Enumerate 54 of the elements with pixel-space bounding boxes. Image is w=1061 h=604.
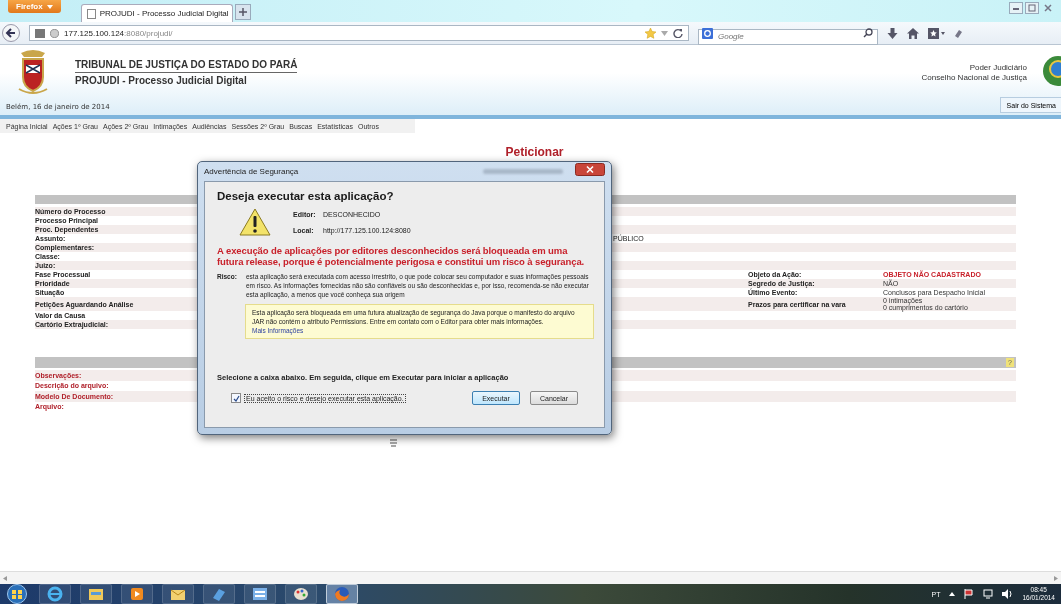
- star-icon[interactable]: [645, 27, 656, 39]
- organization-name: Poder Judiciário: [968, 63, 1027, 73]
- flag-icon[interactable]: [964, 589, 975, 599]
- network-icon[interactable]: [983, 589, 994, 599]
- system-name: PROJUDI - Processo Judicial Digital: [75, 75, 248, 86]
- media-player-icon: [128, 586, 146, 602]
- close-icon[interactable]: [575, 163, 605, 176]
- search-field[interactable]: Google: [698, 28, 878, 45]
- restore-icon[interactable]: [1025, 2, 1039, 14]
- reload-icon[interactable]: [673, 28, 683, 38]
- speaker-icon[interactable]: [1002, 589, 1014, 599]
- warning-icon: [239, 208, 271, 236]
- close-icon[interactable]: [1041, 2, 1055, 14]
- globe-icon: [50, 28, 59, 38]
- back-icon[interactable]: [2, 24, 20, 42]
- taskbar-app[interactable]: [244, 584, 276, 604]
- warning-message: A execução de aplicações por editores desconhecidos será bloqueada em uma futura release, porque é potencialmente perigosa e constitui um risco à segurança.: [217, 245, 586, 267]
- fox-globe-icon: [333, 586, 351, 602]
- search-engine-icon: [702, 27, 713, 39]
- window-icon: [251, 586, 269, 602]
- folder-icon: [87, 586, 105, 602]
- caret-icon: [46, 4, 53, 9]
- start-button[interactable]: [4, 584, 30, 604]
- taskbar-app[interactable]: [285, 584, 317, 604]
- horizontal-scrollbar[interactable]: [0, 571, 1061, 584]
- home-icon[interactable]: [907, 27, 919, 39]
- emblem-icon: [1041, 55, 1061, 89]
- court-name: TRIBUNAL DE JUSTIÇA DO ESTADO DO PARÁ: [75, 59, 298, 73]
- caret-up-icon[interactable]: [949, 592, 956, 596]
- page-title: Peticionar: [504, 145, 565, 159]
- scroll-right-icon[interactable]: [1054, 575, 1058, 581]
- organization-name: Conselho Nacional de Justiça: [921, 73, 1027, 83]
- download-icon[interactable]: [887, 27, 898, 39]
- bookmarks-menu-icon[interactable]: [928, 27, 945, 39]
- minimize-icon[interactable]: [1009, 2, 1023, 14]
- dialog-heading: Deseja executar esta aplicação?: [217, 190, 395, 202]
- new-tab-icon[interactable]: [234, 4, 251, 20]
- browser-e-icon: [46, 586, 64, 602]
- address-bar[interactable]: 177.125.100.124:8080/projudi/: [29, 25, 689, 41]
- taskbar-app[interactable]: [39, 584, 71, 604]
- browser-tab[interactable]: PROJUDI - Processo Judicial Digital: [80, 4, 233, 22]
- taskbar-app[interactable]: [121, 584, 153, 604]
- document-icon: [389, 439, 398, 447]
- bookmark-icon: [35, 28, 45, 38]
- taskbar-app[interactable]: [326, 584, 358, 604]
- scroll-left-icon[interactable]: [3, 575, 7, 581]
- dialog-title: Advertência de Segurança: [204, 167, 299, 176]
- palette-icon: [292, 586, 310, 602]
- page-icon: [86, 8, 96, 19]
- checkbox[interactable]: [231, 393, 241, 403]
- search-icon[interactable]: [863, 28, 873, 38]
- taskbar-app[interactable]: [162, 584, 194, 604]
- coat-of-arms-icon: [17, 49, 49, 95]
- taskbar-app[interactable]: [80, 584, 112, 604]
